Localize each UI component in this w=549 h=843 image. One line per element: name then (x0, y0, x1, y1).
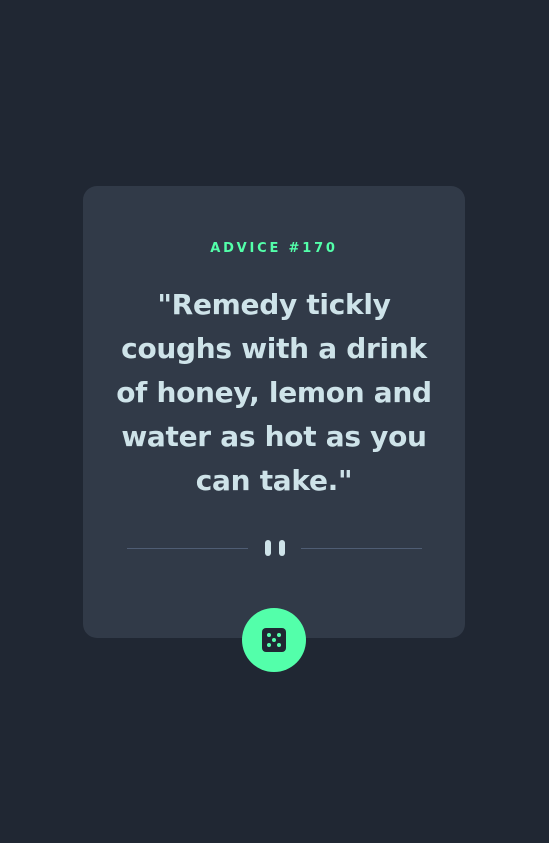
pause-icon (265, 540, 285, 556)
dice-icon (262, 628, 286, 652)
pause-bar-right (279, 540, 285, 556)
advice-id-heading: ADVICE #170 (210, 241, 338, 256)
pattern-divider (127, 540, 422, 556)
dice-pip (272, 638, 276, 642)
dice-pip (277, 633, 281, 637)
generate-advice-button[interactable] (242, 608, 306, 672)
divider-line-right (301, 548, 422, 549)
dice-pip (267, 643, 271, 647)
advice-quote: "Remedy tickly coughs with a drink of ho… (116, 288, 432, 497)
advice-card: ADVICE #170 "Remedy tickly coughs with a… (83, 186, 465, 638)
dice-pip (267, 633, 271, 637)
divider-line-left (127, 548, 248, 549)
pause-bar-left (265, 540, 271, 556)
dice-pip (277, 643, 281, 647)
